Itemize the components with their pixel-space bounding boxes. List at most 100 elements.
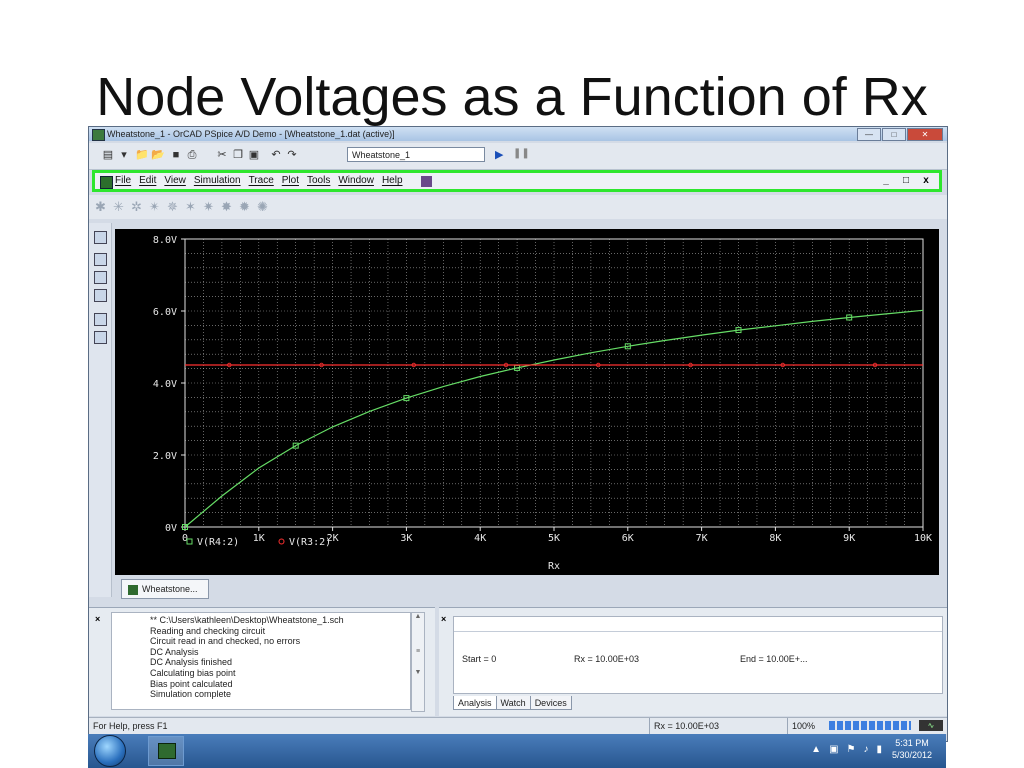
print-icon[interactable]: ⎙ [185,148,199,162]
status-bar: For Help, press F1 Rx = 10.00E+03 100% ∿ [89,717,947,734]
x-tick-label: 5K [548,533,560,544]
clock-time: 5:31 PM [895,738,929,748]
document-tab-wheatstone[interactable]: Wheatstone... [121,579,209,599]
simulation-profile-select[interactable]: Wheatstone_1 [347,147,485,162]
sidebar-tool-2-icon[interactable] [94,253,107,266]
pspice-app-icon [92,129,105,141]
tray-show-hidden-icon[interactable]: ▲ [811,744,821,755]
sidebar-tool-5-icon[interactable] [94,313,107,326]
plot-labels: 0 1K 2K 3K 4K 5K 6K 7K 8K 9K 10K0V2.0V4.0V6.0V8.0V… [153,235,932,572]
y-tick-label: 4.0V [153,379,177,390]
x-tick-label: 7K [696,533,708,544]
sidebar-tool-4-icon[interactable] [94,289,107,302]
plot-grid [184,238,924,528]
cursor-icon[interactable]: ✳ [113,199,124,215]
status-percent: 100% [787,718,822,734]
menu-tools[interactable]: Tools [307,174,330,188]
copy-icon[interactable]: ❐ [231,148,245,162]
x-tick-label: 9K [843,533,855,544]
schematic-icon [128,584,138,595]
maximize-button[interactable]: □ [882,128,906,141]
menu-view[interactable]: View [164,174,186,188]
output-scrollbar[interactable]: ▲ ≡ ▼ [411,612,425,712]
undo-icon[interactable]: ↶ [269,148,283,162]
tab-devices[interactable]: Devices [529,696,572,710]
waveform-icon: ∿ [919,720,943,731]
x-axis-label: Rx [548,561,560,572]
cursor-label-icon[interactable]: ✹ [239,199,250,215]
sim-end-value: End = 10.00E+... [740,654,808,664]
menu-window[interactable]: Window [338,174,374,188]
menu-trace[interactable]: Trace [249,174,274,188]
tray-network-icon[interactable]: ▣ [829,744,838,755]
menu-file[interactable]: File [115,174,131,188]
menu-simulation[interactable]: Simulation [194,174,241,188]
cursor-slope-icon[interactable]: ✵ [167,199,178,215]
cut-icon[interactable]: ✂ [215,148,229,162]
save-icon[interactable]: ■ [169,148,183,162]
simulation-status-row: Start = 0 Rx = 10.00E+03 End = 10.00E+..… [454,651,942,667]
cursor-min-icon[interactable]: ✶ [185,199,196,215]
doc-restore-button[interactable]: □ [899,175,913,186]
pause-simulation-icon[interactable]: ❚❚ [513,148,530,159]
window-title: Wheatstone_1 - OrCAD PSpice A/D Demo - [… [107,129,395,139]
simstatus-close-icon[interactable]: × [441,614,446,624]
doc-minimize-button[interactable]: _ [879,175,893,186]
sidebar-tool-1-icon[interactable] [94,231,107,244]
menu-edit[interactable]: Edit [139,174,156,188]
simulation-status-window: × Start = 0 Rx = 10.00E+03 End = 10.00E+… [439,607,947,716]
menu-bar: File Edit View Simulation Trace Plot Too… [92,170,942,192]
sidebar-tool-6-icon[interactable] [94,331,107,344]
probe-plot[interactable]: 0 1K 2K 3K 4K 5K 6K 7K 8K 9K 10K 0V 2.0V 4.0V 6.0V 8.0V… [115,229,939,575]
output-close-icon[interactable]: × [95,614,100,624]
minimize-button[interactable]: — [857,128,881,141]
mark-label-icon[interactable]: ✺ [257,199,268,215]
output-log-line: DC Analysis [150,646,199,657]
legend-marker-r3 [278,538,285,545]
menu-help[interactable]: Help [382,174,403,188]
simulation-status-grid: Start = 0 Rx = 10.00E+03 End = 10.00E+..… [453,616,943,694]
voltage-chart[interactable]: 0 1K 2K 3K 4K 5K 6K 7K 8K 9K 10K0V2.0V4.0V6.0V8.0V… [115,229,939,575]
y-tick-label: 2.0V [153,451,177,462]
paste-icon[interactable]: ▣ [247,148,261,162]
zoom-icon[interactable]: ✱ [95,199,106,215]
tray-volume-icon[interactable]: ♪ [863,744,868,755]
sidebar-tool-3-icon[interactable] [94,271,107,284]
output-log-line: ** C:\Users\kathleen\Desktop\Wheatstone_… [150,615,344,625]
toolbar-customize-icon[interactable] [421,176,432,187]
start-button[interactable] [94,735,126,767]
sim-start-value: Start = 0 [462,654,497,664]
output-log[interactable]: ** C:\Users\kathleen\Desktop\Wheatstone_… [111,612,411,710]
system-tray: ▲ ▣ ⚑ ♪ ▮ [811,744,882,755]
cursor-point-icon[interactable]: ✸ [221,199,232,215]
document-menu-icon[interactable] [100,176,113,189]
cursor-peak-icon[interactable]: ✲ [131,199,142,215]
open-recent-icon[interactable]: 📂 [151,148,165,162]
tab-analysis[interactable]: Analysis [453,696,497,710]
new-file-icon[interactable]: ▤ [101,148,115,162]
taskbar-clock[interactable]: 5:31 PM 5/30/2012 [884,737,940,761]
tab-watch[interactable]: Watch [495,696,531,710]
doc-close-button[interactable]: x [919,175,933,186]
cursor-max-icon[interactable]: ✷ [203,199,214,215]
simulation-progress-bar [829,721,911,730]
title-bar[interactable]: Wheatstone_1 - OrCAD PSpice A/D Demo - [… [89,127,947,141]
new-dropdown-icon[interactable]: ▾ [117,148,131,162]
output-log-line: Simulation complete [150,689,232,700]
close-button[interactable]: ✕ [907,128,943,141]
tray-flag-icon[interactable]: ⚑ [847,744,856,755]
document-tab-label: Wheatstone... [142,584,198,594]
output-log-line: Bias point calculated [150,678,233,689]
cursor-trough-icon[interactable]: ✴ [149,199,160,215]
output-log-line: Circuit read in and checked, no errors [150,636,301,647]
y-tick-label: 8.0V [153,235,177,246]
legend-label: V(R4:2) [197,537,239,548]
standard-toolbar: ▤ ▾ 📁 📂 ■ ⎙ ✂ ❐ ▣ ↶ ↷ Wheatstone_1 ▶ ❚❚ [89,143,947,170]
redo-icon[interactable]: ↷ [285,148,299,162]
tray-signal-icon[interactable]: ▮ [876,744,882,755]
open-folder-icon[interactable]: 📁 [135,148,149,162]
run-simulation-icon[interactable]: ▶ [495,148,503,161]
output-window: × ** C:\Users\kathleen\Desktop\Wheatston… [89,607,435,716]
taskbar-pspice-button[interactable] [148,736,184,766]
menu-plot[interactable]: Plot [282,174,299,188]
